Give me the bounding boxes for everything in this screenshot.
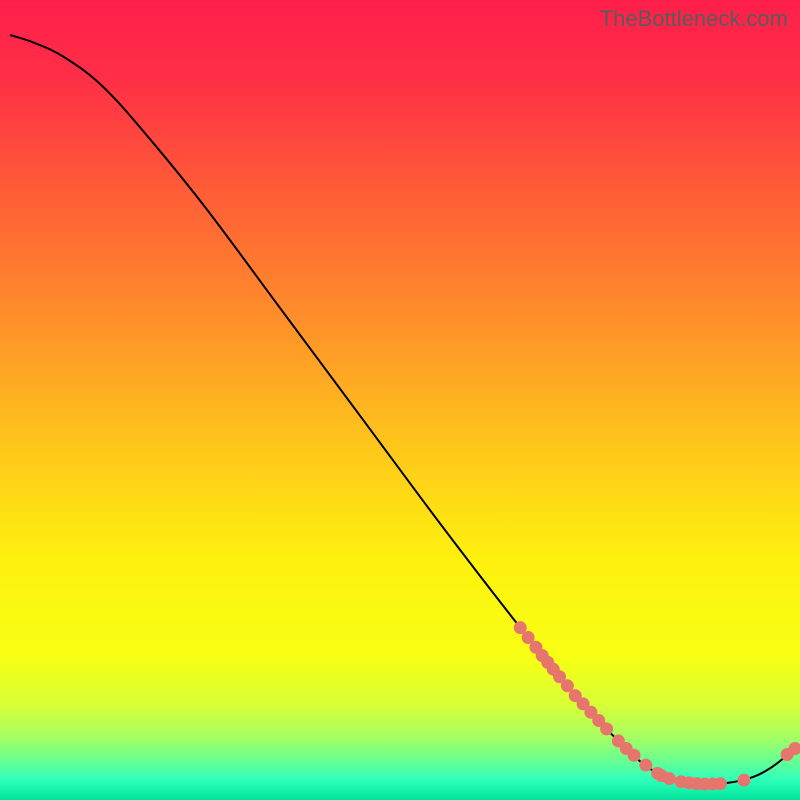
data-point [600, 722, 613, 735]
background-gradient [0, 0, 800, 800]
chart-svg [0, 0, 800, 800]
data-point [663, 772, 676, 785]
data-point [714, 777, 727, 790]
bottleneck-chart: TheBottleneck.com [0, 0, 800, 800]
data-point [737, 774, 750, 787]
attribution-text: TheBottleneck.com [600, 6, 788, 32]
data-point [639, 759, 652, 772]
data-point [628, 749, 641, 762]
